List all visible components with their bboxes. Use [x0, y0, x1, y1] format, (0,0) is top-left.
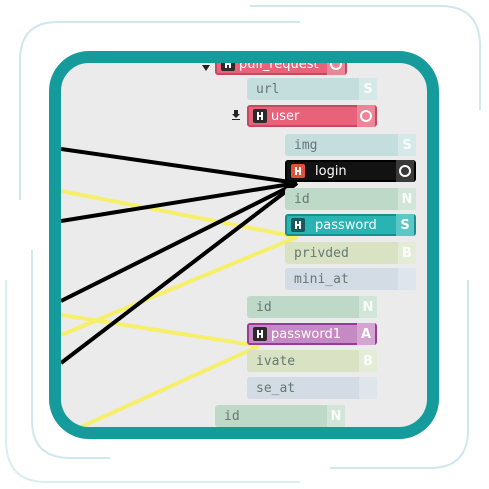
- type-badge: N: [398, 188, 416, 210]
- type-badge: S: [398, 134, 416, 156]
- object-type-icon: [327, 63, 345, 75]
- node-login[interactable]: login: [285, 160, 416, 182]
- type-badge: B: [359, 350, 377, 372]
- field-label: privded: [294, 245, 349, 261]
- type-badge: B: [398, 242, 416, 264]
- field-url[interactable]: url S: [247, 78, 377, 100]
- field-se-at[interactable]: se_at: [247, 377, 377, 399]
- node-label: pull_request: [239, 56, 319, 72]
- node-password1[interactable]: password1 A: [247, 323, 377, 345]
- node-password[interactable]: password S: [285, 214, 416, 236]
- node-user[interactable]: user: [247, 105, 377, 127]
- type-badge: N: [359, 296, 377, 318]
- type-badge: [359, 377, 377, 399]
- collapse-arrow-icon[interactable]: [201, 63, 211, 73]
- edge-black-1: [61, 147, 298, 185]
- field-id[interactable]: id N: [285, 188, 416, 210]
- key-icon: [291, 164, 305, 178]
- key-icon: [253, 327, 267, 341]
- key-icon: [291, 218, 305, 232]
- node-label: password1: [271, 326, 341, 342]
- node-label: user: [271, 108, 300, 124]
- node-label: login: [315, 163, 347, 179]
- key-icon: [221, 63, 235, 71]
- field-label: id: [224, 408, 240, 424]
- field-id[interactable]: id N: [247, 296, 377, 318]
- object-type-icon: [357, 105, 375, 127]
- field-label: se_at: [256, 380, 296, 396]
- graph-viewport[interactable]: pull_request url S user img S login id N…: [49, 51, 439, 439]
- schema-canvas[interactable]: pull_request url S user img S login id N…: [61, 63, 427, 427]
- node-label: password: [315, 217, 377, 233]
- field-label: id: [256, 299, 272, 315]
- type-badge: N: [327, 405, 345, 427]
- field-label: img: [294, 137, 318, 153]
- field-label: ivate: [256, 353, 296, 369]
- field-mini-at[interactable]: mini_at: [285, 268, 416, 290]
- type-badge: S: [359, 78, 377, 100]
- field-id[interactable]: id N: [215, 405, 345, 427]
- field-label: id: [294, 191, 310, 207]
- field-label: mini_at: [294, 271, 349, 287]
- collapse-arrow-icon[interactable]: [231, 110, 241, 120]
- object-type-icon: [396, 160, 414, 182]
- key-icon: [253, 109, 267, 123]
- field-img[interactable]: img S: [285, 134, 416, 156]
- node-pull-request[interactable]: pull_request: [215, 56, 347, 75]
- field-ivate[interactable]: ivate B: [247, 350, 377, 372]
- type-badge: A: [357, 323, 375, 345]
- type-badge: S: [396, 214, 414, 236]
- field-label: url: [256, 81, 280, 97]
- type-badge: [398, 268, 416, 290]
- field-privded[interactable]: privded B: [285, 242, 416, 264]
